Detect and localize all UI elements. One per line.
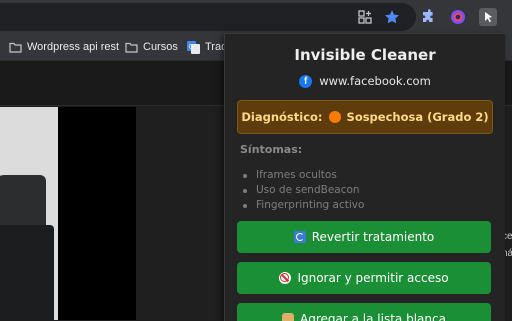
- tab-search-icon[interactable]: [357, 9, 373, 25]
- symptom-item: Iframes ocultos: [240, 168, 364, 183]
- symptom-item: Uso de sendBeacon: [240, 183, 364, 198]
- diagnosis-value: Sospechosa (Grado 2): [346, 110, 489, 124]
- product-photo: [0, 107, 58, 320]
- svg-text:G: G: [189, 44, 194, 50]
- warning-dot-icon: [328, 111, 341, 123]
- refresh-icon: [293, 231, 306, 243]
- bookmark-star-icon[interactable]: [384, 9, 400, 25]
- invisible-cleaner-extension-icon[interactable]: [479, 8, 497, 26]
- bookmark-label: Cursos: [143, 41, 178, 53]
- google-translate-icon: G: [187, 40, 200, 54]
- bookmark-wordpress-api-rest[interactable]: Wordpress api rest: [9, 38, 119, 56]
- folder-icon: [9, 42, 22, 53]
- bookmark-label: Wordpress api rest: [27, 41, 120, 53]
- bookmark-cursos[interactable]: Cursos: [125, 38, 178, 56]
- browser-toolbar: [0, 0, 512, 34]
- add-whitelist-button[interactable]: Agregar a la lista blanca: [237, 303, 491, 321]
- ignore-allow-button[interactable]: Ignorar y permitir acceso: [237, 262, 491, 294]
- symptom-item: Fingerprinting activo: [240, 198, 364, 213]
- address-bar[interactable]: [0, 3, 416, 31]
- diagnosis-label: Diagnóstico:: [241, 110, 323, 124]
- extension-puzzle-icon[interactable]: [420, 9, 436, 25]
- site-domain: www.facebook.com: [319, 74, 431, 88]
- facebook-icon: f: [299, 74, 313, 88]
- extension-popup: Invisible Cleaner f www.facebook.com Dia…: [224, 33, 505, 321]
- revert-treatment-button[interactable]: Revertir tratamiento: [237, 221, 491, 253]
- diagnosis-banner: Diagnóstico: Sospechosa (Grado 2): [237, 100, 493, 134]
- firefox-relay-icon[interactable]: [450, 9, 466, 25]
- symptoms-heading: Síntomas:: [240, 143, 303, 156]
- video-area: [58, 107, 136, 320]
- site-info: f www.facebook.com: [225, 74, 505, 88]
- symptoms-list: Iframes ocultos Uso de sendBeacon Finger…: [240, 168, 364, 213]
- popup-title: Invisible Cleaner: [294, 46, 436, 64]
- bookmark-translate[interactable]: G Trad: [187, 38, 227, 56]
- folder-icon: [125, 42, 138, 53]
- prohibited-icon: [279, 272, 292, 284]
